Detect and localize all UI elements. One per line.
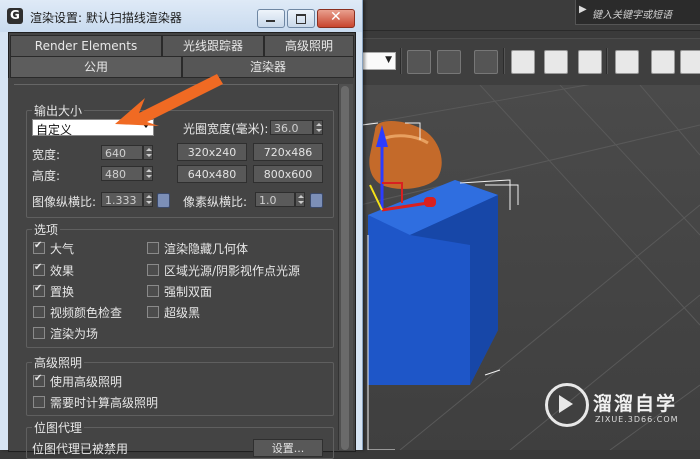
pixel-aspect-spinner[interactable] — [295, 192, 305, 207]
compute-advanced-lighting-label: 需要时计算高级照明 — [50, 396, 159, 410]
preset-720x486-button[interactable]: 720x486 — [253, 143, 323, 161]
bitmap-proxy-status: 位图代理已被禁用 — [32, 442, 129, 456]
super-black-checkbox[interactable] — [147, 306, 159, 318]
scrollbar-thumb[interactable] — [341, 86, 349, 450]
lock-icon[interactable] — [310, 193, 323, 208]
material-editor-icon[interactable] — [615, 50, 639, 74]
effects-label: 效果 — [50, 264, 75, 278]
displacement-checkbox[interactable] — [33, 283, 45, 297]
pixel-aspect-label: 像素纵横比: — [183, 195, 248, 209]
arrow-right-icon[interactable]: ▶ — [579, 4, 587, 15]
effects-checkbox[interactable] — [33, 262, 45, 276]
tab-advanced-lighting[interactable]: 高级照明 — [264, 35, 354, 57]
render-hidden-geometry-checkbox[interactable] — [147, 242, 159, 254]
compute-advanced-lighting-checkbox[interactable] — [33, 396, 45, 408]
maximize-icon — [296, 14, 306, 24]
preset-320x240-button[interactable]: 320x240 — [177, 143, 247, 161]
preset-value: 自定义 — [36, 123, 73, 137]
search-input[interactable]: 键入关键字或短语 — [592, 6, 672, 21]
video-color-check-checkbox[interactable] — [33, 306, 45, 318]
aperture-width-field[interactable]: 36.0 — [270, 120, 313, 135]
video-color-check-label: 视频颜色检查 — [50, 306, 123, 320]
height-field[interactable]: 480 — [101, 166, 143, 181]
lock-icon[interactable] — [157, 193, 170, 208]
close-icon: ✕ — [330, 9, 342, 25]
image-aspect-field[interactable]: 1.333 — [101, 192, 143, 207]
options-title: 选项 — [32, 221, 61, 238]
minimize-icon — [266, 20, 275, 22]
aperture-width-spinner[interactable] — [313, 120, 323, 135]
watermark-url: ZIXUE.3D66.COM — [595, 415, 679, 424]
use-advanced-lighting-label: 使用高级照明 — [50, 375, 123, 389]
super-black-label: 超级黑 — [164, 306, 201, 320]
render-setup-icon[interactable] — [651, 50, 675, 74]
force-2-sided-label: 强制双面 — [164, 285, 213, 299]
blue-box[interactable] — [367, 179, 511, 450]
area-lights-as-points-checkbox[interactable] — [147, 264, 159, 276]
width-spinner[interactable] — [143, 145, 153, 160]
maximize-button[interactable] — [287, 9, 315, 28]
annotation-arrow-icon — [115, 74, 223, 126]
width-label: 宽度: — [32, 148, 61, 162]
close-button[interactable]: ✕ — [317, 9, 355, 28]
render-frame-icon[interactable] — [680, 50, 700, 74]
preset-800x600-button[interactable]: 800x600 — [253, 165, 323, 183]
teapot[interactable] — [369, 120, 442, 189]
use-advanced-lighting-checkbox[interactable] — [33, 373, 45, 387]
toolbar-separator — [400, 48, 402, 74]
tab-raytracer[interactable]: 光线跟踪器 — [162, 35, 264, 57]
preset-640x480-button[interactable]: 640x480 — [177, 165, 247, 183]
bitmap-proxy-setup-button[interactable]: 设置... — [253, 439, 323, 457]
displacement-label: 置换 — [50, 285, 75, 299]
app-icon: G — [7, 8, 23, 24]
render-hidden-geometry-label: 渲染隐藏几何体 — [164, 242, 249, 256]
render-to-fields-checkbox[interactable] — [33, 327, 45, 339]
mirror-icon[interactable] — [407, 50, 431, 74]
width-field[interactable]: 640 — [101, 145, 143, 160]
dialog-title: 渲染设置: 默认扫描线渲染器 — [30, 11, 182, 25]
height-label: 高度: — [32, 169, 61, 183]
toolbar-separator — [606, 48, 608, 74]
atmospherics-label: 大气 — [50, 242, 75, 256]
watermark-title: 溜溜自学 — [593, 393, 678, 415]
image-aspect-label: 图像纵横比: — [32, 195, 97, 209]
atmospherics-checkbox[interactable] — [33, 240, 45, 254]
selection-set-dropdown[interactable]: ▼ — [360, 52, 396, 70]
schematic-view-icon[interactable] — [578, 50, 602, 74]
minimize-button[interactable] — [257, 9, 285, 28]
graph-editor-icon[interactable] — [511, 50, 535, 74]
curve-editor-icon[interactable] — [544, 50, 568, 74]
area-lights-as-points-label: 区域光源/阴影视作点光源 — [164, 264, 301, 278]
advanced-lighting-title: 高级照明 — [32, 354, 85, 371]
layer-icon[interactable] — [474, 50, 498, 74]
watermark: 溜溜自学 ZIXUE.3D66.COM — [545, 383, 685, 433]
toolbar-separator — [503, 48, 505, 74]
image-aspect-spinner[interactable] — [143, 192, 153, 207]
search-box[interactable]: ▶ 键入关键字或短语 — [575, 0, 700, 25]
pixel-aspect-field[interactable]: 1.0 — [255, 192, 295, 207]
force-2-sided-checkbox[interactable] — [147, 285, 159, 297]
tab-render-elements[interactable]: Render Elements — [10, 35, 162, 57]
align-icon[interactable] — [437, 50, 461, 74]
dropdown-arrow-icon: ▼ — [385, 55, 392, 65]
render-to-fields-label: 渲染为场 — [50, 327, 99, 341]
output-size-title: 输出大小 — [32, 102, 85, 119]
bitmap-proxy-title: 位图代理 — [32, 419, 85, 436]
height-spinner[interactable] — [143, 166, 153, 181]
watermark-logo-icon — [545, 383, 589, 427]
